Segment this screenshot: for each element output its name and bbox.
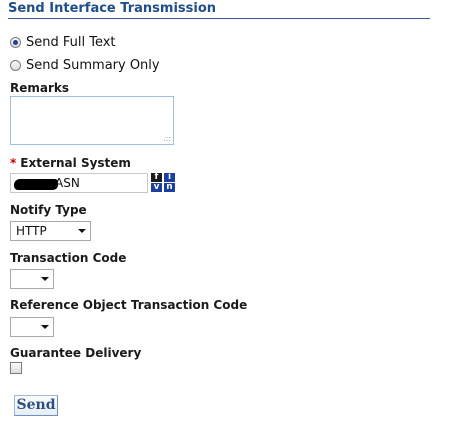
external-system-label-text: External System: [20, 156, 131, 170]
external-system-input[interactable]: ASN: [10, 173, 148, 193]
notify-type-value: HTTP: [16, 224, 47, 238]
required-marker: *: [10, 156, 17, 170]
send-summary-only-option[interactable]: Send Summary Only: [10, 57, 160, 73]
resize-grip-icon[interactable]: .::: [163, 135, 171, 143]
external-system-value: ASN: [55, 176, 80, 190]
lookup-icon-letter: n: [164, 183, 175, 192]
send-full-text-radio[interactable]: [10, 36, 21, 48]
guarantee-delivery-label: Guarantee Delivery: [10, 346, 142, 360]
transaction-code-select[interactable]: [10, 269, 54, 289]
external-system-lookup-icon[interactable]: f i v n: [151, 173, 175, 193]
chevron-down-icon: [41, 277, 49, 281]
reference-object-transaction-code-label: Reference Object Transaction Code: [10, 298, 248, 312]
send-summary-only-label: Send Summary Only: [26, 57, 160, 73]
remarks-label: Remarks: [10, 81, 70, 95]
transaction-code-label: Transaction Code: [10, 251, 127, 265]
section-title: Send Interface Transmission: [8, 1, 217, 16]
remarks-textarea[interactable]: .::: [10, 96, 174, 145]
section-header: Send Interface Transmission: [8, 0, 430, 19]
redaction-mark: [14, 179, 58, 190]
guarantee-delivery-checkbox[interactable]: [10, 362, 22, 374]
external-system-label: * External System: [10, 156, 131, 170]
notify-type-select[interactable]: HTTP: [10, 221, 91, 241]
lookup-icon-letter: v: [151, 183, 162, 192]
send-summary-only-radio[interactable]: [10, 59, 21, 71]
send-full-text-option[interactable]: Send Full Text: [10, 34, 116, 50]
chevron-down-icon: [41, 325, 49, 329]
notify-type-label: Notify Type: [10, 203, 87, 217]
chevron-down-icon: [78, 229, 86, 233]
send-button[interactable]: Send: [14, 395, 58, 416]
lookup-icon-letter: i: [164, 173, 175, 182]
reference-object-transaction-code-select[interactable]: [10, 317, 54, 337]
send-full-text-label: Send Full Text: [26, 34, 116, 50]
lookup-icon-letter: f: [151, 173, 162, 182]
